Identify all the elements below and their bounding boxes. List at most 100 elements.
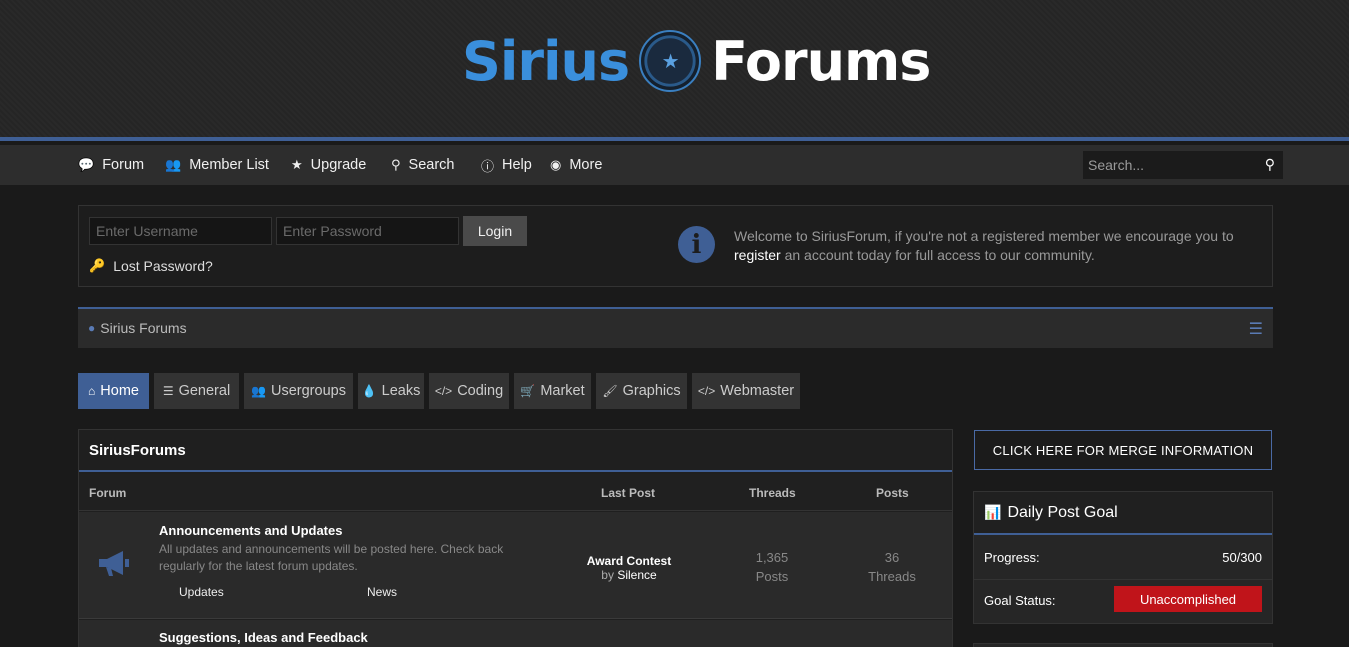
breadcrumb-home[interactable]: ● Sirius Forums bbox=[88, 320, 187, 336]
posts-unit: Threads bbox=[868, 569, 916, 584]
tab-leaks-label: Leaks bbox=[381, 383, 421, 399]
search-icon: ⚲ bbox=[391, 157, 401, 172]
nav-forum[interactable]: 💬 Forum bbox=[78, 145, 144, 185]
login-button[interactable]: Login bbox=[463, 216, 527, 246]
goal-title: 📊 Daily Post Goal bbox=[974, 492, 1272, 535]
tab-usergroups-label: Usergroups bbox=[271, 383, 346, 399]
daily-post-goal: 📊 Daily Post Goal Progress: 50/300 Goal … bbox=[973, 491, 1273, 624]
code-icon: </> bbox=[434, 384, 453, 398]
forum-title-link[interactable]: Suggestions, Ideas and Feedback bbox=[159, 630, 368, 645]
sidebar-next-panel bbox=[973, 643, 1273, 647]
tab-usergroups[interactable]: 👥 Usergroups bbox=[244, 373, 353, 409]
last-post-by-label: by bbox=[601, 568, 614, 582]
key-icon: 🔑 bbox=[89, 258, 106, 273]
progress-label: Progress: bbox=[984, 550, 1040, 565]
tab-graphics[interactable]: 🖌 Graphics bbox=[596, 373, 687, 409]
users-icon: 👥 bbox=[165, 157, 182, 172]
tab-market-label: Market bbox=[540, 383, 585, 399]
register-link[interactable]: register bbox=[734, 247, 781, 263]
forum-category: SiriusForums Forum Last Post Threads Pos… bbox=[78, 429, 953, 647]
tab-general[interactable]: ☰ General bbox=[154, 373, 239, 409]
posts-count: 36 bbox=[884, 550, 900, 565]
breadcrumb-label: Sirius Forums bbox=[100, 320, 187, 336]
nav-more-label: More bbox=[569, 157, 603, 173]
nav-upgrade-label: Upgrade bbox=[310, 157, 367, 173]
site-header: Sirius ★ Forums bbox=[0, 0, 1349, 141]
threads-count: 1,365 bbox=[755, 550, 789, 565]
last-post-author: by Silence bbox=[601, 568, 656, 582]
nav-forum-label: Forum bbox=[102, 157, 145, 173]
nav-more[interactable]: ◉ More bbox=[550, 145, 602, 185]
forum-title-link[interactable]: Announcements and Updates bbox=[159, 523, 342, 538]
tab-home-label: Home bbox=[100, 383, 139, 399]
code-icon: </> bbox=[697, 384, 716, 398]
login-panel: Login 🔑 Lost Password? i Welcome to Siri… bbox=[78, 205, 1273, 287]
star-icon: ★ bbox=[291, 157, 303, 172]
table-row: Suggestions, Ideas and Feedback bbox=[79, 620, 952, 647]
status-badge: Unaccomplished bbox=[1114, 586, 1262, 612]
subforum-link[interactable]: News bbox=[367, 585, 397, 599]
menu-toggle-icon[interactable]: ☰ bbox=[1249, 319, 1263, 339]
tab-coding[interactable]: </> Coding bbox=[429, 373, 509, 409]
status-label: Goal Status: bbox=[984, 593, 1056, 608]
column-last-post: Last Post bbox=[601, 486, 656, 500]
tab-webmaster-label: Webmaster bbox=[720, 383, 795, 399]
main-nav: 💬 Forum 👥 Member List ★ Upgrade ⚲ Search… bbox=[0, 145, 1349, 185]
logo-emblem-icon: ★ bbox=[639, 30, 702, 92]
site-logo[interactable]: Sirius ★ Forums bbox=[462, 26, 931, 96]
comments-icon: 💬 bbox=[78, 157, 95, 172]
tab-webmaster[interactable]: </> Webmaster bbox=[692, 373, 800, 409]
progress-value: 50/300 bbox=[1222, 550, 1262, 565]
info-icon: ⓘ bbox=[481, 158, 495, 174]
threads-unit: Posts bbox=[755, 569, 789, 584]
last-post: Award Contest by Silence bbox=[549, 554, 709, 582]
username-field[interactable] bbox=[89, 217, 272, 245]
tab-coding-label: Coding bbox=[457, 383, 504, 399]
brush-icon: 🖌 bbox=[602, 384, 618, 398]
column-posts: Posts bbox=[876, 486, 909, 500]
globe-icon: ● bbox=[88, 321, 96, 335]
breadcrumb: ● Sirius Forums ☰ bbox=[78, 307, 1273, 348]
nav-upgrade[interactable]: ★ Upgrade bbox=[291, 145, 366, 185]
tab-market[interactable]: 🛒 Market bbox=[514, 373, 591, 409]
last-post-user[interactable]: Silence bbox=[617, 568, 656, 582]
search-submit-icon[interactable]: ⚲ bbox=[1265, 156, 1275, 173]
tab-graphics-label: Graphics bbox=[622, 383, 681, 399]
users-icon: 👥 bbox=[251, 384, 266, 398]
column-threads: Threads bbox=[749, 486, 796, 500]
posts-stat: 36 Threads bbox=[842, 548, 942, 586]
bar-chart-icon: 📊 bbox=[984, 504, 1002, 520]
goal-title-label: Daily Post Goal bbox=[1007, 503, 1118, 521]
nav-help-label: Help bbox=[502, 157, 532, 173]
forum-description: All updates and announcements will be po… bbox=[159, 542, 504, 573]
lost-password-label: Lost Password? bbox=[113, 258, 213, 274]
category-title[interactable]: SiriusForums bbox=[79, 430, 952, 472]
search-input[interactable] bbox=[1083, 151, 1253, 179]
forum-table-header: Forum Last Post Threads Posts bbox=[79, 474, 952, 511]
compass-icon: ◉ bbox=[550, 157, 562, 172]
home-icon: ⌂ bbox=[88, 384, 96, 398]
welcome-text-end: an account today for full access to our … bbox=[780, 247, 1095, 263]
last-post-title[interactable]: Award Contest bbox=[549, 554, 709, 568]
nav-member-list-label: Member List bbox=[189, 157, 269, 173]
nav-search[interactable]: ⚲ Search bbox=[391, 145, 454, 185]
tab-leaks[interactable]: 💧 Leaks bbox=[358, 373, 424, 409]
status-row: Goal Status: Unaccomplished bbox=[974, 579, 1272, 623]
list-icon: ☰ bbox=[162, 384, 174, 398]
tab-home[interactable]: ⌂ Home bbox=[78, 373, 149, 409]
header-search: ⚲ bbox=[1083, 151, 1283, 179]
column-forum: Forum bbox=[89, 486, 127, 500]
lost-password-link[interactable]: 🔑 Lost Password? bbox=[89, 258, 213, 274]
drop-icon: 💧 bbox=[361, 384, 377, 398]
nav-member-list[interactable]: 👥 Member List bbox=[165, 145, 269, 185]
tab-general-label: General bbox=[178, 383, 231, 399]
cart-icon: 🛒 bbox=[520, 384, 536, 398]
merge-info-button[interactable]: CLICK HERE FOR MERGE INFORMATION bbox=[974, 430, 1272, 470]
password-field[interactable] bbox=[276, 217, 459, 245]
welcome-info-icon: i bbox=[678, 226, 715, 263]
table-row: Announcements and Updates All updates an… bbox=[79, 512, 952, 619]
welcome-text-start: Welcome to SiriusForum, if you're not a … bbox=[734, 228, 1234, 244]
welcome-message: Welcome to SiriusForum, if you're not a … bbox=[734, 227, 1244, 265]
subforum-link[interactable]: Updates bbox=[179, 585, 224, 599]
nav-help[interactable]: ⓘ Help bbox=[481, 145, 532, 185]
